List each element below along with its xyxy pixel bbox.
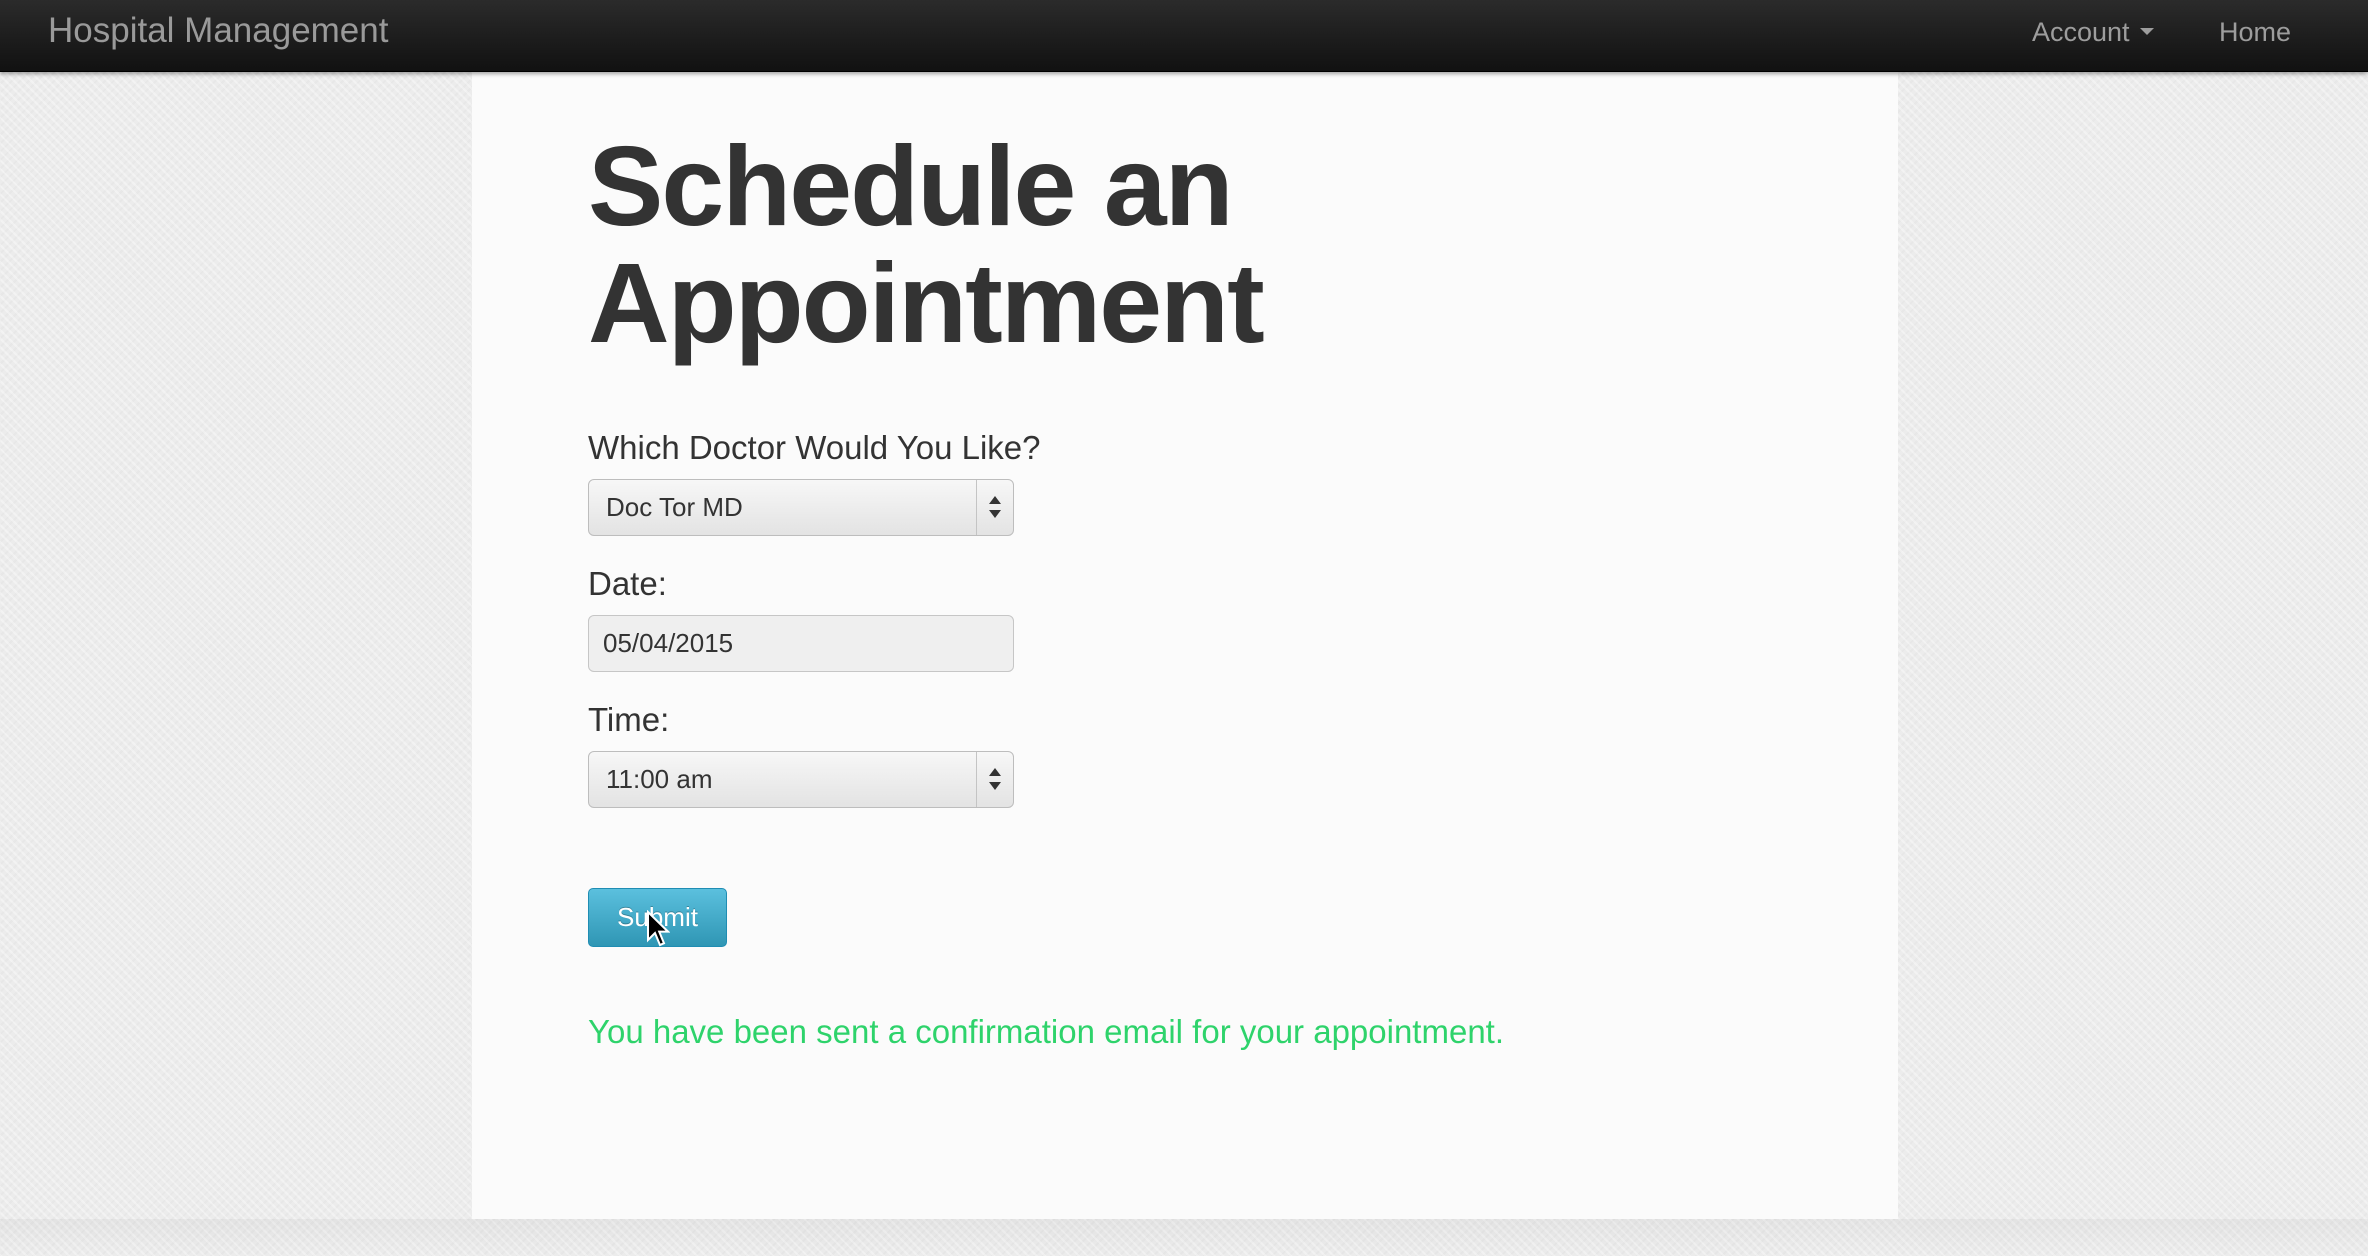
doctor-select-value: Doc Tor MD bbox=[606, 492, 743, 522]
top-navbar: Hospital Management Account Home bbox=[0, 0, 2368, 72]
account-label: Account bbox=[2032, 17, 2130, 47]
doctor-label: Which Doctor Would You Like? bbox=[588, 429, 1041, 466]
footer-shadow bbox=[0, 1219, 2368, 1256]
date-label: Date: bbox=[588, 565, 667, 602]
doctor-select[interactable]: Doc Tor MD bbox=[588, 479, 1014, 536]
time-select[interactable]: 11:00 am bbox=[588, 751, 1014, 808]
up-down-arrows-icon bbox=[976, 480, 1013, 535]
up-down-arrows-icon bbox=[976, 752, 1013, 807]
time-select-value: 11:00 am bbox=[606, 764, 713, 794]
date-input[interactable] bbox=[588, 615, 1014, 672]
home-link[interactable]: Home bbox=[2219, 14, 2291, 50]
account-dropdown[interactable]: Account bbox=[2032, 14, 2154, 50]
page-title: Schedule an Appointment bbox=[588, 123, 1265, 366]
confirmation-message: You have been sent a confirmation email … bbox=[588, 1013, 1505, 1050]
time-label: Time: bbox=[588, 701, 670, 738]
submit-button[interactable]: Submit bbox=[588, 888, 727, 947]
brand-link[interactable]: Hospital Management bbox=[48, 10, 388, 52]
caret-down-icon bbox=[2139, 28, 2154, 36]
